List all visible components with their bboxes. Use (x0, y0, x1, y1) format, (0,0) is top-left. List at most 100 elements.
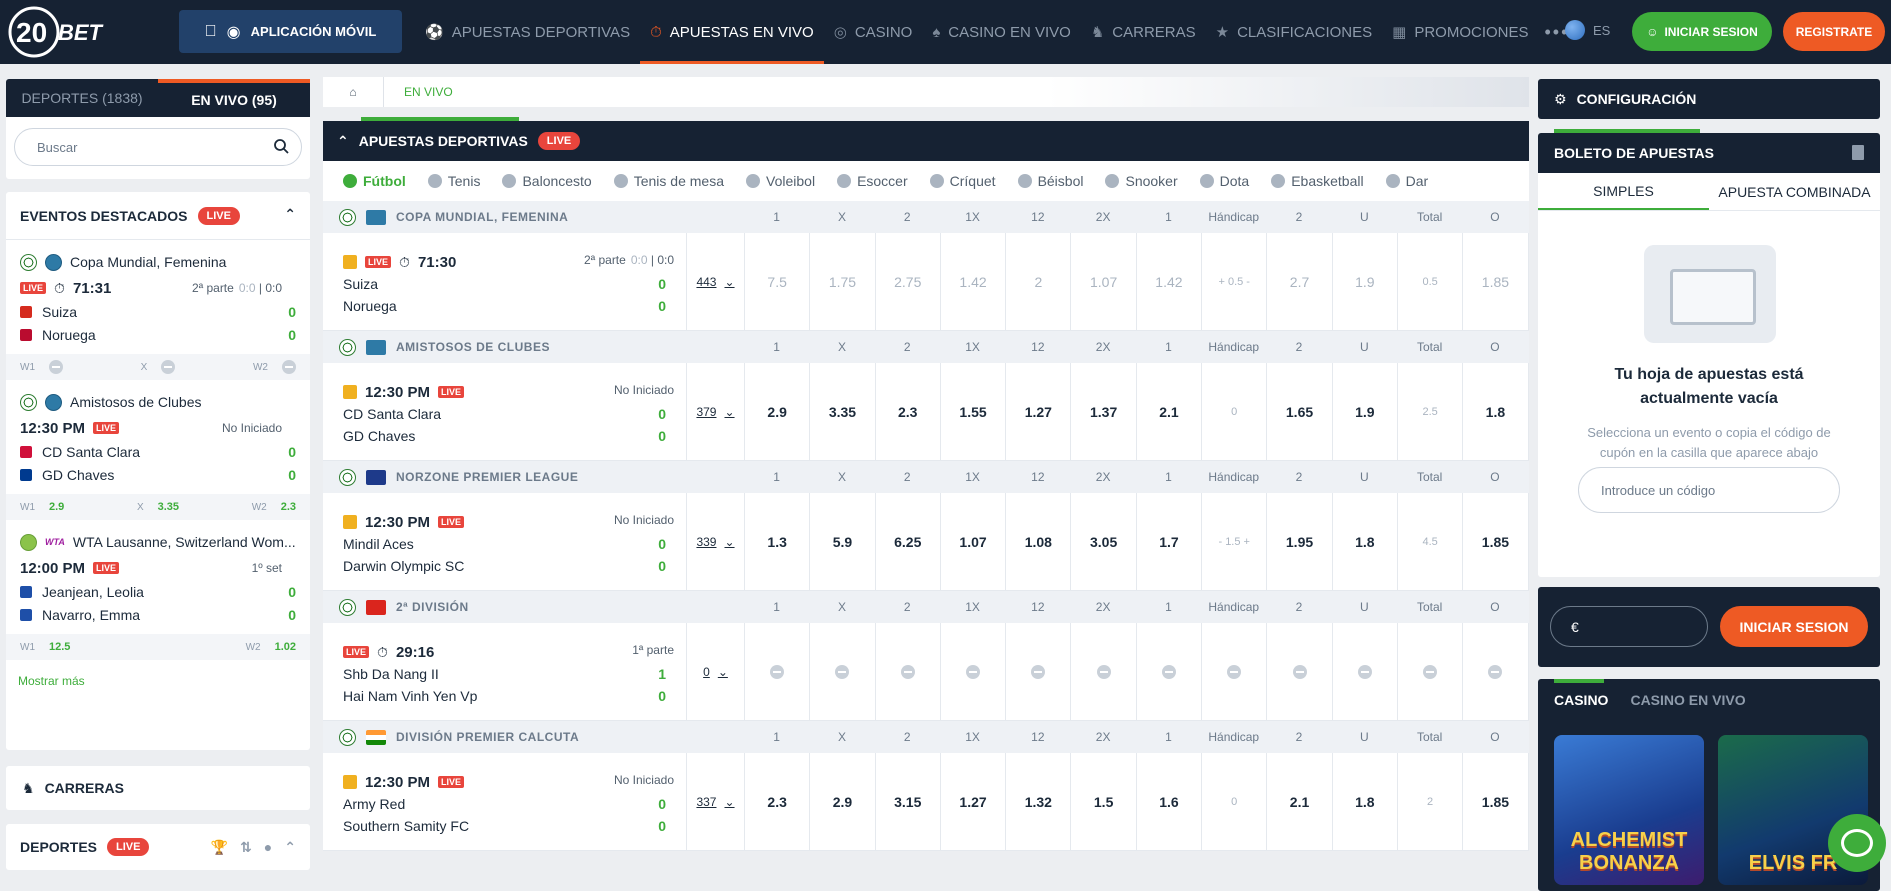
odd-button[interactable]: 1.8 (1333, 753, 1398, 850)
odd-button[interactable]: W1 12.5 (20, 641, 70, 653)
odd-button[interactable]: 1.42 (1137, 233, 1203, 330)
odd-button[interactable]: 2 (1006, 233, 1072, 330)
odd-button[interactable]: 1.85 (1463, 753, 1529, 850)
home-icon[interactable]: ⌂ (323, 85, 383, 99)
tab-combo[interactable]: APUESTA COMBINADA (1709, 173, 1880, 210)
tab-casino-live[interactable]: CASINO EN VIVO (1630, 692, 1745, 708)
odd-button[interactable]: W1 2.9 (20, 501, 64, 513)
league-header[interactable]: AMISTOSOS DE CLUBES 1 X 2 1X 12 2X 1 Hándicap 2 U T… (323, 331, 1529, 363)
odd-button[interactable]: 1.07 (1071, 233, 1137, 330)
odd-button[interactable]: 3.15 (876, 753, 941, 850)
event-info[interactable]: 12:30 PM LIVE No Iniciado Army Red 0 Southern… (323, 753, 687, 850)
odd-button[interactable]: W2 2.3 (252, 501, 296, 513)
nav-item-3[interactable]: ♠ CASINO EN VIVO (922, 0, 1081, 64)
event-info[interactable]: 12:30 PM LIVE No Iniciado CD Santa Clara 0 GD… (323, 363, 687, 460)
chevron-up-icon[interactable]: ⌃ (284, 206, 296, 223)
odd-button[interactable]: 2.3 (876, 363, 941, 460)
odd-button[interactable]: 2.9 (745, 363, 811, 460)
odd-button[interactable]: 2.7 (1267, 233, 1333, 330)
trash-icon[interactable] (1852, 145, 1864, 160)
odd-button[interactable]: 1.42 (941, 233, 1007, 330)
odd-button[interactable]: X 3.35 (137, 501, 179, 513)
odd-button[interactable]: 1.75 (810, 233, 876, 330)
odd-button[interactable]: W2 (253, 360, 296, 374)
league-header[interactable]: NORZONE PREMIER LEAGUE 1 X 2 1X 12 2X 1 Hándicap… (323, 461, 1529, 493)
mobile-app-button[interactable]:  ◉ APLICACIÓN MÓVIL (179, 10, 402, 53)
odd-button[interactable]: 2.75 (876, 233, 941, 330)
nav-item-1[interactable]: ⏱ APUESTAS EN VIVO (640, 0, 824, 64)
odd-button[interactable]: 1.8 (1463, 363, 1529, 460)
odd-button[interactable]: 1.9 (1333, 363, 1398, 460)
sports-section[interactable]: DEPORTES LIVE 🏆 ⇅ ● ⌃ (6, 824, 310, 870)
stake-input[interactable]: € (1550, 606, 1708, 647)
tab-casino[interactable]: CASINO (1554, 692, 1608, 708)
event-info[interactable]: 12:30 PM LIVE No Iniciado Mindil Aces 0 Darwi… (323, 493, 687, 590)
featured-event[interactable]: Copa Mundial, Femenina LIVE ⏱ 71:31 2ª parte… (6, 240, 310, 380)
sort-icon[interactable]: ⇅ (240, 839, 252, 856)
featured-header[interactable]: EVENTOS DESTACADOS LIVE ⌃ (6, 192, 310, 240)
language-selector[interactable]: ES (1565, 20, 1610, 40)
sport-tab-1[interactable]: Tenis (427, 173, 480, 189)
nav-item-2[interactable]: ◎ CASINO (824, 0, 923, 64)
odd-button[interactable]: 1.65 (1267, 363, 1333, 460)
sport-tab-11[interactable]: Dar (1385, 173, 1428, 189)
odd-button[interactable]: 1.6 (1137, 753, 1203, 850)
odd-button[interactable]: 1.85 (1463, 233, 1529, 330)
sport-tab-2[interactable]: Baloncesto (502, 173, 592, 189)
league-header[interactable]: 2ª DIVISIÓN 1 X 2 1X 12 2X 1 Hándicap 2 U Total O (323, 591, 1529, 623)
nav-item-4[interactable]: ♞ CARRERAS (1081, 0, 1206, 64)
odd-button[interactable]: 1.32 (1006, 753, 1072, 850)
odd-button[interactable]: 1.37 (1071, 363, 1137, 460)
sport-tab-10[interactable]: Ebasketball (1271, 173, 1364, 189)
register-button[interactable]: REGISTRATE (1783, 12, 1885, 51)
odd-button[interactable]: 1.7 (1137, 493, 1203, 590)
odd-button[interactable]: 1.3 (745, 493, 811, 590)
event-info[interactable]: LIVE ⏱ 71:30 2ª parte 0:0 | 0:0 Suiza 0 Noruega… (323, 233, 687, 330)
odd-button[interactable]: 1.27 (1006, 363, 1072, 460)
search-input[interactable]: Buscar (14, 128, 302, 166)
markets-count[interactable]: 379 ⌄ (687, 363, 745, 460)
nav-item-0[interactable]: ⚽ APUESTAS DEPORTIVAS (415, 0, 640, 64)
sport-tab-6[interactable]: Críquet (929, 173, 996, 189)
coupon-code-input[interactable]: Introduce un código (1578, 467, 1840, 513)
league-header[interactable]: COPA MUNDIAL, FEMENINA 1 X 2 1X 12 2X 1 Hándicap… (323, 201, 1529, 233)
odd-button[interactable]: 6.25 (876, 493, 941, 590)
league-header[interactable]: DIVISIÓN PREMIER CALCUTA 1 X 2 1X 12 2X 1 Hándic… (323, 721, 1529, 753)
odd-button[interactable]: 2.9 (810, 753, 876, 850)
odd-button[interactable]: X (141, 360, 176, 374)
odd-button[interactable]: 1.08 (1006, 493, 1072, 590)
odd-button[interactable]: 1.07 (941, 493, 1007, 590)
odd-button[interactable]: 1.27 (941, 753, 1007, 850)
odd-button[interactable]: 1.9 (1333, 233, 1398, 330)
slip-login-button[interactable]: INICIAR SESION (1720, 606, 1868, 647)
tab-single[interactable]: SIMPLES (1538, 173, 1709, 210)
odd-button[interactable]: 2.1 (1137, 363, 1203, 460)
odd-button[interactable]: 3.05 (1071, 493, 1137, 590)
sport-tab-4[interactable]: Voleibol (746, 173, 815, 189)
nav-item-5[interactable]: ★ CLASIFICACIONES (1206, 0, 1382, 64)
section-header[interactable]: ⌃ APUESTAS DEPORTIVAS LIVE (323, 117, 1529, 161)
odd-button[interactable]: 7.5 (745, 233, 811, 330)
show-more-link[interactable]: Mostrar más (6, 660, 310, 702)
sport-tab-0[interactable]: Fútbol (343, 173, 406, 189)
sport-tab-9[interactable]: Dota (1199, 173, 1249, 189)
sport-tab-8[interactable]: Snooker (1105, 173, 1178, 189)
game-tile[interactable]: ALCHEMIST BONANZA (1554, 735, 1704, 885)
sport-tab-3[interactable]: Tenis de mesa (613, 173, 724, 189)
markets-count[interactable]: 339 ⌄ (687, 493, 745, 590)
logo[interactable]: 20 BET (8, 4, 104, 60)
breadcrumb-live[interactable]: EN VIVO (384, 85, 473, 99)
chat-button[interactable] (1828, 814, 1886, 872)
markets-count[interactable]: 0 ⌄ (687, 623, 745, 720)
odd-button[interactable]: W1 (20, 360, 63, 374)
nav-item-6[interactable]: ▦ PROMOCIONES (1382, 0, 1538, 64)
odd-button[interactable]: 1.5 (1071, 753, 1137, 850)
odd-button[interactable]: 3.35 (810, 363, 876, 460)
tab-live[interactable]: EN VIVO (95) (158, 79, 310, 117)
odd-button[interactable]: 5.9 (810, 493, 876, 590)
chevron-up-icon[interactable]: ⌃ (284, 839, 296, 856)
featured-event[interactable]: Amistosos de Clubes 12:30 PM LIVE No Inicia… (6, 380, 310, 520)
odd-button[interactable]: 1.95 (1267, 493, 1333, 590)
sport-tab-5[interactable]: Esoccer (837, 173, 908, 189)
odd-button[interactable]: 1.55 (941, 363, 1007, 460)
